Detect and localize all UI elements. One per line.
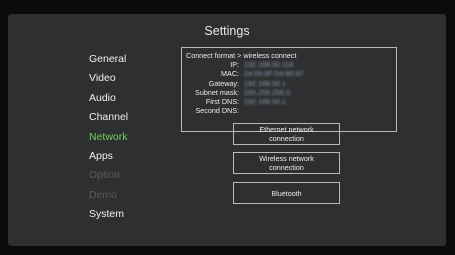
menu-item-option: Option	[89, 169, 120, 182]
network-info-box: Connect format > wireless connect IP: 19…	[181, 47, 397, 132]
menu-item-network[interactable]: Network	[89, 128, 128, 147]
menu-item-audio[interactable]: Audio	[89, 89, 128, 108]
gateway-value: 192.168.50.1	[244, 78, 286, 88]
mac-label: MAC:	[221, 69, 239, 79]
ethernet-connection-button[interactable]: Ethernet network connection	[233, 123, 340, 145]
ip-label: IP:	[230, 60, 239, 70]
connect-format-text: Connect format > wireless connect	[186, 51, 297, 60]
mac-row: MAC: 24:05:0F:D4:80:97	[186, 69, 392, 78]
settings-panel: Settings General Video Audio Channel Net…	[8, 14, 446, 246]
wireless-connection-button[interactable]: Wireless network connection	[233, 152, 340, 174]
menu-item-system[interactable]: System	[89, 205, 128, 224]
menu-item-demo: Demo	[89, 188, 118, 201]
ip-row: IP: 192.168.50.118	[186, 60, 392, 69]
bluetooth-button[interactable]: Bluetooth	[233, 182, 340, 204]
mac-value: 24:05:0F:D4:80:97	[244, 69, 304, 79]
subnet-mask-value: 255.255.255.0	[244, 87, 290, 97]
page-title: Settings	[204, 24, 250, 38]
gateway-label: Gateway:	[208, 78, 239, 88]
first-dns-row: First DNS: 192.168.50.1	[186, 97, 392, 106]
first-dns-label: First DNS:	[205, 97, 239, 107]
second-dns-label: Second DNS:	[195, 106, 239, 116]
ip-value: 192.168.50.118	[244, 60, 294, 70]
first-dns-value: 192.168.50.1	[244, 97, 286, 107]
subnet-mask-row: Subnet mask: 255.255.255.0	[186, 88, 392, 97]
menu-item-channel[interactable]: Channel	[89, 108, 128, 127]
gateway-row: Gateway: 192.168.50.1	[186, 79, 392, 88]
subnet-mask-label: Subnet mask:	[195, 87, 239, 97]
menu-item-video[interactable]: Video	[89, 69, 128, 88]
settings-menu: General Video Audio Channel Network Apps…	[89, 50, 128, 225]
menu-item-general[interactable]: General	[89, 50, 128, 69]
tv-screen: Settings General Video Audio Channel Net…	[0, 0, 455, 255]
menu-item-apps[interactable]: Apps	[89, 147, 128, 166]
second-dns-row: Second DNS:	[186, 106, 392, 115]
